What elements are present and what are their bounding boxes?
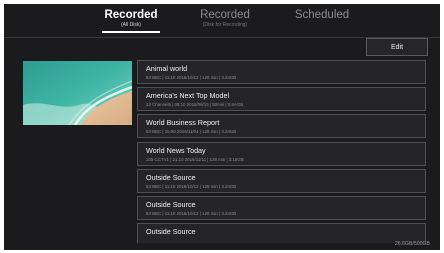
recordings-screen: Recorded (All Disk) Recorded (Disk for R…: [4, 4, 440, 250]
recording-item[interactable]: World Business Report 53 BBC | 15:50 201…: [137, 114, 426, 138]
tab-subtitle: (All Disk): [121, 22, 141, 28]
tab-title: Recorded: [104, 9, 158, 21]
recording-item[interactable]: Outside Source: [137, 223, 426, 243]
recording-item[interactable]: Outside Source 53 BBC | 11:10 2016/10/12…: [137, 169, 426, 193]
recording-title: Outside Source: [146, 227, 196, 236]
active-tab-indicator: [102, 31, 160, 33]
tab-subtitle: (Disk for Recording): [202, 22, 248, 28]
tab-title: Recorded: [200, 9, 250, 21]
recording-item[interactable]: America's Next Top Model 22 Channel5 | 0…: [137, 87, 426, 111]
recording-item[interactable]: World News Today 105 CCTV1 | 21:10 2016/…: [137, 142, 426, 166]
recording-title: Animal world: [146, 64, 188, 73]
recording-item[interactable]: Outside Source 53 BBC | 11:10 2016/10/12…: [137, 196, 426, 220]
preview-thumbnail: [23, 61, 132, 125]
recording-meta: 53 BBC | 11:10 2016/10/12 | 128 min | 3.…: [146, 184, 237, 189]
recording-meta: 22 Channel5 | 08:10 2016/09/15 | 50min |…: [146, 102, 244, 107]
tab-bar: Recorded (All Disk) Recorded (Disk for R…: [4, 4, 440, 36]
recording-title: World Business Report: [146, 118, 220, 127]
tab-recorded-disk-for-recording[interactable]: Recorded (Disk for Recording): [196, 9, 254, 28]
recording-meta: 53 BBC | 15:50 2016/11/04 | 128 min | 3.…: [146, 129, 237, 134]
recording-meta: 53 BBC | 11:10 2016/10/12 | 128 min | 3.…: [146, 75, 237, 80]
recording-title: America's Next Top Model: [146, 91, 230, 100]
recording-title: Outside Source: [146, 200, 196, 209]
recording-meta: 53 BBC | 11:10 2016/10/12 | 128 min | 3.…: [146, 211, 237, 216]
tab-scheduled[interactable]: Scheduled: [292, 9, 352, 22]
beach-aerial-thumbnail-icon: [23, 61, 132, 125]
edit-button[interactable]: Edit: [366, 38, 428, 56]
recording-meta: 105 CCTV1 | 21:10 2016/11/11 | 128 min |…: [146, 157, 244, 162]
storage-usage: 26.6GB/500GB: [394, 241, 430, 247]
tab-recorded-all-disk[interactable]: Recorded (All Disk): [102, 9, 160, 33]
tab-title: Scheduled: [294, 9, 350, 21]
recording-title: World News Today: [146, 146, 206, 155]
recording-item[interactable]: Animal world 53 BBC | 11:10 2016/10/12 |…: [137, 60, 426, 84]
recording-title: Outside Source: [146, 173, 196, 182]
